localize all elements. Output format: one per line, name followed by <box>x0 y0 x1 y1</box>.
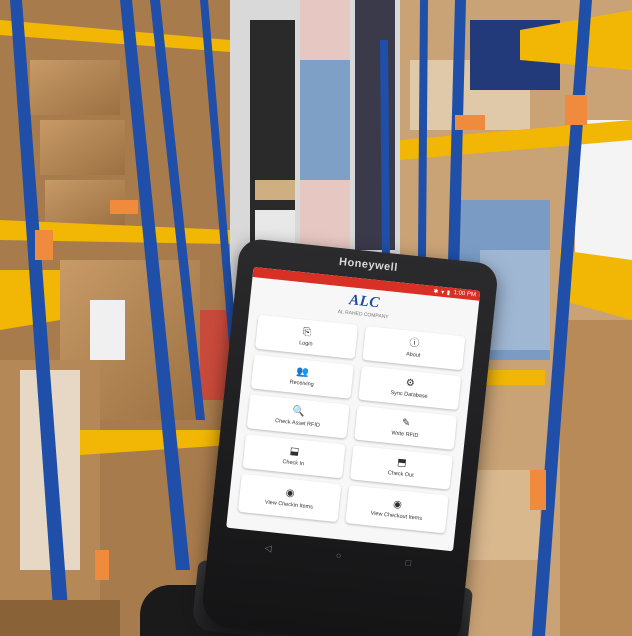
receiving-icon: 👥 <box>296 365 310 378</box>
view-checkin-items-button[interactable]: ◉ View Checkin Items <box>237 473 342 523</box>
menu-label: Sync Database <box>390 389 428 400</box>
recents-icon[interactable]: □ <box>405 558 411 569</box>
sync-database-button[interactable]: ⚙ Sync Database <box>358 365 462 411</box>
about-button[interactable]: ⓘ About <box>362 326 466 371</box>
menu-label: About <box>405 350 421 359</box>
handheld-scanner: Honeywell ✱ ▾ ▮ 1:00 PM ALC AL RAHED COM… <box>191 237 500 636</box>
menu-grid: ⎘ Login ⓘ About 👥 Receiving ⚙ Sync Datab… <box>228 310 476 539</box>
back-icon[interactable]: ◁ <box>264 542 272 554</box>
device-screen: ✱ ▾ ▮ 1:00 PM ALC AL RAHED COMPANY ⎘ Log… <box>226 266 481 552</box>
box-in-icon: ⬓ <box>289 445 300 458</box>
eye-icon: ◉ <box>285 487 296 499</box>
warehouse-photo: Honeywell ✱ ▾ ▮ 1:00 PM ALC AL RAHED COM… <box>0 0 632 636</box>
status-icons: ✱ ▾ ▮ <box>433 288 451 297</box>
menu-label: Receiving <box>289 378 315 388</box>
menu-label: Write RFID <box>391 429 419 439</box>
menu-label: Check In <box>282 458 305 467</box>
gear-icon: ⚙ <box>405 377 416 389</box>
edit-icon: ✎ <box>401 416 411 429</box>
home-icon[interactable]: ○ <box>335 550 341 561</box>
box-out-icon: ⬒ <box>396 456 408 469</box>
view-checkout-items-button[interactable]: ◉ View Checkout Items <box>345 485 449 534</box>
menu-label: View Checkout Items <box>370 510 423 522</box>
check-asset-rfid-button[interactable]: 🔍 Check Asset RFID <box>246 394 350 439</box>
device-body: Honeywell ✱ ▾ ▮ 1:00 PM ALC AL RAHED COM… <box>199 237 500 636</box>
menu-label: Check Out <box>387 469 414 479</box>
login-button[interactable]: ⎘ Login <box>255 314 359 360</box>
search-doc-icon: 🔍 <box>291 405 306 418</box>
info-icon: ⓘ <box>408 337 421 350</box>
write-rfid-button[interactable]: ✎ Write RFID <box>354 405 458 450</box>
receiving-button[interactable]: 👥 Receiving <box>250 354 354 399</box>
menu-label: Login <box>298 339 313 348</box>
check-in-button[interactable]: ⬓ Check In <box>242 434 346 479</box>
status-time: 1:00 PM <box>453 290 477 299</box>
menu-label: Check Asset RFID <box>274 417 321 429</box>
login-icon: ⎘ <box>302 326 312 338</box>
menu-label: View Checkin Items <box>264 498 314 510</box>
eye-icon: ◉ <box>392 498 403 511</box>
check-out-button[interactable]: ⬒ Check Out <box>349 445 453 490</box>
left-rack <box>0 0 240 636</box>
